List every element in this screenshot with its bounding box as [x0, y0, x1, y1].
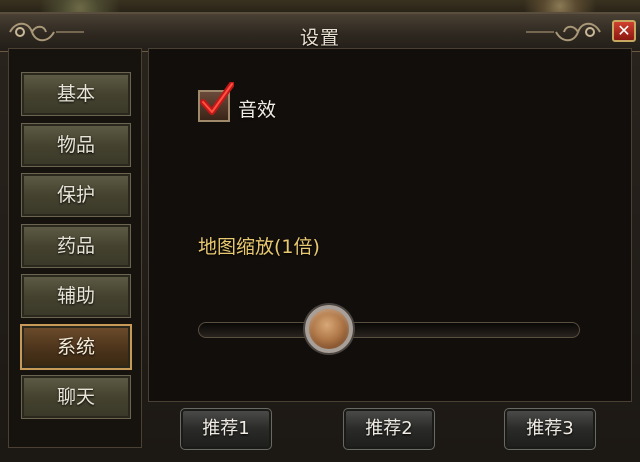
- tab-4[interactable]: 药品: [21, 224, 131, 268]
- check-icon: [200, 82, 234, 115]
- map-zoom-slider-handle[interactable]: [305, 305, 353, 353]
- close-icon: ✕: [617, 21, 631, 40]
- tab-3[interactable]: 保护: [21, 173, 131, 217]
- tab-1[interactable]: 基本: [21, 72, 131, 116]
- recommend-button-3[interactable]: 推荐3: [504, 408, 596, 450]
- recommend-button-1[interactable]: 推荐1: [180, 408, 272, 450]
- map-zoom-slider-track[interactable]: [198, 322, 580, 338]
- tab-2[interactable]: 物品: [21, 123, 131, 167]
- tab-6[interactable]: 系统: [20, 324, 132, 370]
- map-zoom-label: 地图缩放(1倍): [198, 236, 320, 258]
- close-button[interactable]: ✕: [612, 20, 636, 42]
- ornament-right-icon: [526, 22, 601, 42]
- recommend-button-2[interactable]: 推荐2: [343, 408, 435, 450]
- tab-5[interactable]: 辅助: [21, 274, 131, 318]
- sound-label: 音效: [238, 99, 277, 121]
- title-bar: 设置 ✕: [0, 14, 640, 52]
- tab-7[interactable]: 聊天: [21, 375, 131, 419]
